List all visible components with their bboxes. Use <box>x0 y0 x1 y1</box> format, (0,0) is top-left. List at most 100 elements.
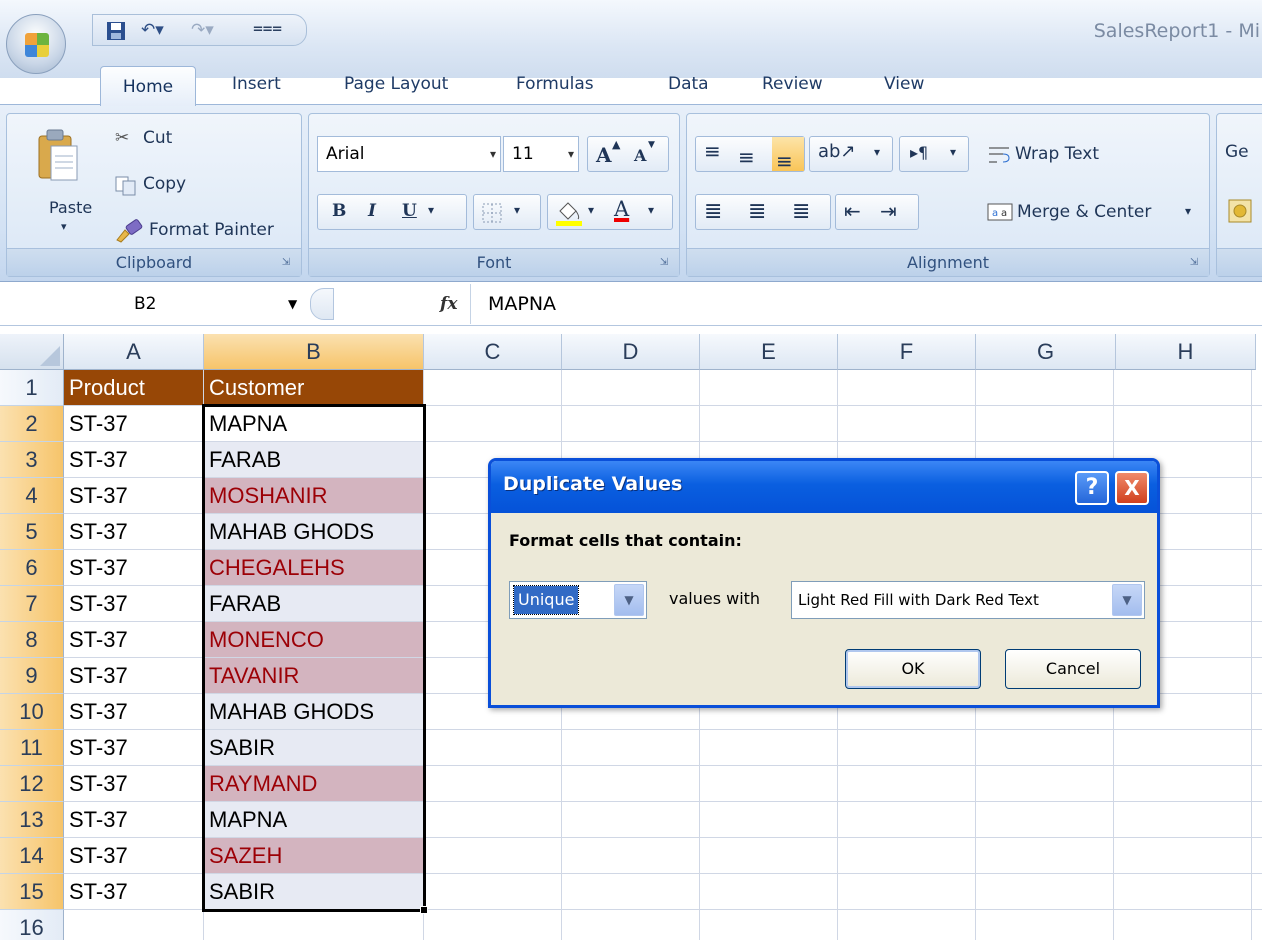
column-header-d[interactable]: D <box>562 334 700 370</box>
clipboard-launcher-icon[interactable]: ⇲ <box>279 256 293 270</box>
column-header-a[interactable]: A <box>64 334 204 370</box>
cell-a13[interactable]: ST-37 <box>64 802 204 838</box>
merge-center-dropdown-icon[interactable]: ▾ <box>1185 204 1191 218</box>
middle-align-icon[interactable]: ≡ <box>738 145 755 169</box>
orientation-button[interactable]: ab↗ ▾ <box>809 136 893 172</box>
column-header-g[interactable]: G <box>976 334 1116 370</box>
cell-a16[interactable] <box>64 910 204 940</box>
row-header[interactable]: 2 <box>0 406 64 442</box>
align-center-icon[interactable]: ≣ <box>748 199 766 224</box>
cancel-button[interactable]: Cancel <box>1005 649 1141 689</box>
undo-icon[interactable]: ↶▾ <box>141 20 164 40</box>
fill-color-icon[interactable] <box>556 199 582 227</box>
format-painter-button[interactable]: Format Painter <box>149 220 274 240</box>
paste-button[interactable]: Paste <box>49 198 92 217</box>
cell-b14[interactable]: SAZEH <box>204 838 424 874</box>
font-name-dropdown-icon[interactable]: ▾ <box>490 137 496 171</box>
cell-b3[interactable]: FARAB <box>204 442 424 478</box>
font-launcher-icon[interactable]: ⇲ <box>657 256 671 270</box>
cell-b9[interactable]: TAVANIR <box>204 658 424 694</box>
save-icon[interactable] <box>105 20 127 42</box>
cell-a12[interactable]: ST-37 <box>64 766 204 802</box>
format-select-dropdown-icon[interactable]: ▼ <box>1112 584 1142 616</box>
column-header-f[interactable]: F <box>838 334 976 370</box>
ok-button[interactable]: OK <box>845 649 981 689</box>
row-header[interactable]: 12 <box>0 766 64 802</box>
row-header[interactable]: 6 <box>0 550 64 586</box>
row-header[interactable]: 5 <box>0 514 64 550</box>
tab-formulas[interactable]: Formulas <box>498 64 612 104</box>
merge-center-button[interactable]: Merge & Center <box>1017 202 1151 222</box>
underline-button[interactable]: U <box>402 201 417 221</box>
row-header[interactable]: 13 <box>0 802 64 838</box>
row-header[interactable]: 1 <box>0 370 64 406</box>
row-header[interactable]: 3 <box>0 442 64 478</box>
cut-button[interactable]: Cut <box>143 128 172 148</box>
cell-b8[interactable]: MONENCO <box>204 622 424 658</box>
underline-dropdown-icon[interactable]: ▾ <box>428 203 434 217</box>
cell-a5[interactable]: ST-37 <box>64 514 204 550</box>
row-header[interactable]: 8 <box>0 622 64 658</box>
tab-insert[interactable]: Insert <box>214 64 299 104</box>
row-header[interactable]: 16 <box>0 910 64 940</box>
tab-page-layout[interactable]: Page Layout <box>326 64 466 104</box>
font-size-dropdown-icon[interactable]: ▾ <box>568 137 574 171</box>
help-button[interactable]: ? <box>1075 471 1109 505</box>
cell-b2[interactable]: MAPNA <box>204 406 424 442</box>
cell-a15[interactable]: ST-37 <box>64 874 204 910</box>
dialog-title-bar[interactable]: Duplicate Values ? X <box>491 461 1157 513</box>
cell-a2[interactable]: ST-37 <box>64 406 204 442</box>
cell-a1[interactable]: Product <box>64 370 204 406</box>
cell-a8[interactable]: ST-37 <box>64 622 204 658</box>
cell-b10[interactable]: MAHAB GHODS <box>204 694 424 730</box>
cell-b1[interactable]: Customer <box>204 370 424 406</box>
font-size-combo[interactable]: 11 ▾ <box>503 136 579 172</box>
increase-indent-icon[interactable]: ⇥ <box>880 199 897 223</box>
font-color-button[interactable]: A <box>614 197 629 221</box>
cell-b7[interactable]: FARAB <box>204 586 424 622</box>
type-select-dropdown-icon[interactable]: ▼ <box>614 584 644 616</box>
name-box-dropdown-icon[interactable]: ▼ <box>288 286 297 322</box>
row-header[interactable]: 7 <box>0 586 64 622</box>
wrap-text-button[interactable]: Wrap Text <box>1015 144 1099 164</box>
fill-color-dropdown-icon[interactable]: ▾ <box>588 203 594 217</box>
column-header-e[interactable]: E <box>700 334 838 370</box>
shrink-font-button[interactable]: A <box>634 146 646 165</box>
cell-a11[interactable]: ST-37 <box>64 730 204 766</box>
number-format-combo[interactable]: Ge <box>1225 142 1249 162</box>
cell-b6[interactable]: CHEGALEHS <box>204 550 424 586</box>
font-name-combo[interactable]: Arial ▾ <box>317 136 501 172</box>
cell-a7[interactable]: ST-37 <box>64 586 204 622</box>
row-header[interactable]: 14 <box>0 838 64 874</box>
borders-button[interactable]: ▾ <box>473 194 541 230</box>
cell-a14[interactable]: ST-37 <box>64 838 204 874</box>
type-select[interactable]: Unique ▼ <box>509 581 647 619</box>
tab-home[interactable]: Home <box>100 66 196 106</box>
customize-icon[interactable]: ⩶ <box>253 18 282 38</box>
redo-icon[interactable]: ↷▾ <box>191 20 214 40</box>
accounting-format-icon[interactable] <box>1227 198 1253 224</box>
row-header[interactable]: 4 <box>0 478 64 514</box>
grow-font-button[interactable]: A <box>596 143 612 167</box>
tab-view[interactable]: View <box>866 64 942 104</box>
borders-dropdown-icon[interactable]: ▾ <box>514 203 520 217</box>
paste-dropdown-icon[interactable]: ▾ <box>61 220 67 233</box>
italic-button[interactable]: I <box>368 201 376 221</box>
decrease-indent-icon[interactable]: ⇤ <box>844 199 861 223</box>
column-header-c[interactable]: C <box>424 334 562 370</box>
cell-a6[interactable]: ST-37 <box>64 550 204 586</box>
close-button[interactable]: X <box>1115 471 1149 505</box>
tab-data[interactable]: Data <box>650 64 727 104</box>
formula-bar-splitter[interactable] <box>310 288 334 320</box>
insert-function-icon[interactable]: fx <box>440 286 457 322</box>
row-header[interactable]: 11 <box>0 730 64 766</box>
formula-input[interactable]: MAPNA <box>488 286 556 322</box>
text-direction-button[interactable]: ▸¶ ▾ <box>899 136 969 172</box>
select-all-button[interactable] <box>0 334 64 370</box>
office-button[interactable] <box>6 14 66 74</box>
row-header[interactable]: 10 <box>0 694 64 730</box>
cell-b5[interactable]: MAHAB GHODS <box>204 514 424 550</box>
orientation-dropdown-icon[interactable]: ▾ <box>874 145 880 159</box>
cell-b11[interactable]: SABIR <box>204 730 424 766</box>
align-right-icon[interactable]: ≣ <box>792 199 810 224</box>
